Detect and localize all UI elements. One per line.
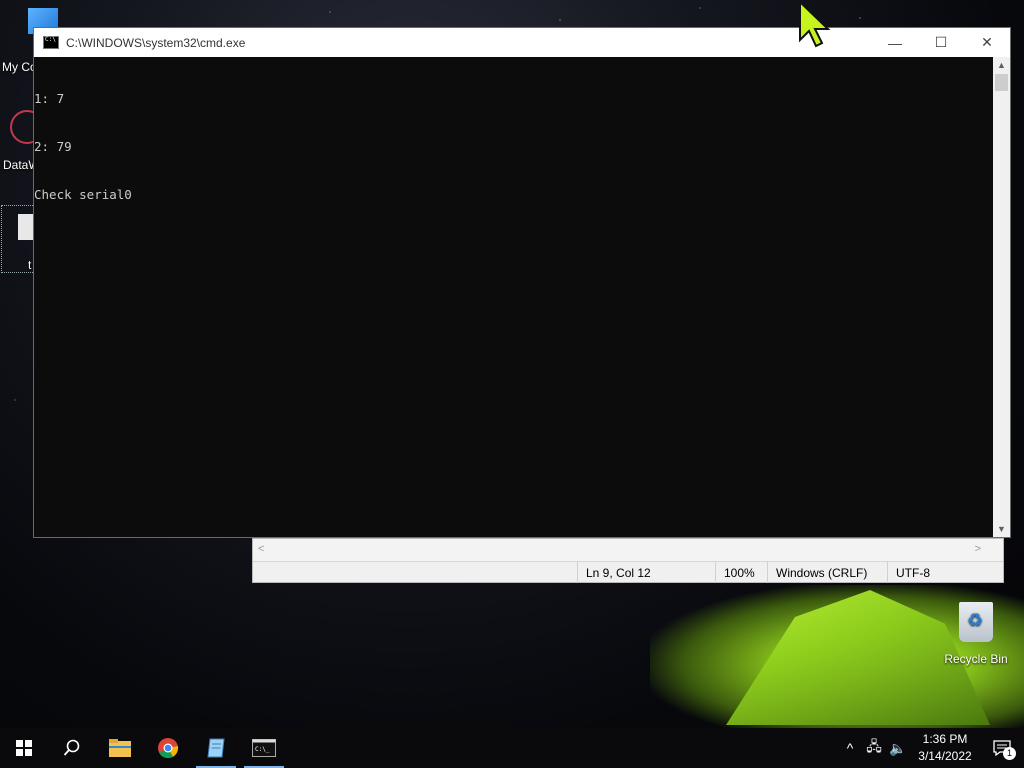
- taskbar-chrome[interactable]: [144, 728, 192, 768]
- search-icon: [63, 739, 80, 756]
- vertical-scrollbar[interactable]: ▲ ▼: [993, 57, 1010, 537]
- status-position: Ln 9, Col 12: [577, 562, 715, 583]
- notepad-window[interactable]: < > Ln 9, Col 12 100% Windows (CRLF) UTF…: [252, 538, 1004, 583]
- volume-icon[interactable]: 🔈: [886, 740, 910, 757]
- desktop-icon-recycle-bin[interactable]: Recycle Bin: [940, 602, 1012, 666]
- start-button[interactable]: [0, 728, 48, 768]
- search-button[interactable]: [48, 728, 96, 768]
- scroll-right-icon[interactable]: >: [975, 543, 981, 555]
- windows-logo-icon: [16, 740, 32, 756]
- taskbar-cmd[interactable]: C:\_: [240, 728, 288, 768]
- cmd-window[interactable]: C:\WINDOWS\system32\cmd.exe — ☐ ✕ 1: 7 2…: [33, 27, 1011, 538]
- status-encoding: UTF-8: [887, 562, 997, 583]
- desktop-icon-label: t: [28, 258, 32, 272]
- close-button[interactable]: ✕: [964, 28, 1010, 57]
- clock[interactable]: 1:36 PM 3/14/2022: [910, 731, 980, 765]
- console-line: 2: 79: [34, 139, 72, 154]
- notification-count-badge: 1: [1003, 747, 1016, 760]
- file-explorer-icon: [109, 739, 131, 757]
- taskbar: C:\_ ^ 🖧 🔈 1:36 PM 3/14/2022 1: [0, 728, 1024, 768]
- console-line: Check serial0: [34, 187, 132, 202]
- network-icon[interactable]: 🖧: [862, 736, 886, 760]
- clock-date: 3/14/2022: [918, 749, 972, 763]
- notepad-icon: [207, 738, 225, 758]
- scroll-up-icon[interactable]: ▲: [993, 57, 1010, 73]
- action-center-button[interactable]: 1: [980, 728, 1024, 768]
- taskbar-notepad[interactable]: [192, 728, 240, 768]
- scroll-left-icon[interactable]: <: [258, 543, 264, 555]
- taskbar-file-explorer[interactable]: [96, 728, 144, 768]
- status-bar: Ln 9, Col 12 100% Windows (CRLF) UTF-8: [253, 562, 1003, 583]
- maximize-button[interactable]: ☐: [918, 28, 964, 57]
- horizontal-scrollbar[interactable]: < >: [253, 539, 1003, 562]
- scroll-down-icon[interactable]: ▼: [993, 521, 1010, 537]
- desktop-icon-selected-file[interactable]: t: [1, 205, 40, 273]
- caption-buttons: — ☐ ✕: [872, 28, 1010, 57]
- chrome-icon: [158, 738, 179, 759]
- cmd-titlebar[interactable]: C:\WINDOWS\system32\cmd.exe — ☐ ✕: [34, 28, 1010, 57]
- console-output[interactable]: 1: 7 2: 79 Check serial0: [34, 57, 994, 537]
- system-tray: ^ 🖧 🔈 1:36 PM 3/14/2022 1: [838, 728, 1024, 768]
- console-line: 1: 7: [34, 91, 65, 106]
- cmd-icon: C:\_: [252, 739, 276, 757]
- desktop-icon-label: Recycle Bin: [944, 652, 1008, 666]
- desktop-icon-label: My Co: [2, 60, 37, 74]
- cmd-app-icon: [43, 36, 59, 49]
- window-title: C:\WINDOWS\system32\cmd.exe: [66, 35, 246, 50]
- minimize-button[interactable]: —: [872, 28, 918, 57]
- status-zoom: 100%: [715, 562, 767, 583]
- show-hidden-icons-chevron-icon[interactable]: ^: [838, 740, 862, 756]
- svg-text:C:\_: C:\_: [255, 746, 270, 753]
- scroll-thumb[interactable]: [995, 74, 1008, 91]
- clock-time: 1:36 PM: [922, 732, 968, 746]
- status-line-ending: Windows (CRLF): [767, 562, 887, 583]
- mouse-cursor-icon: [799, 0, 831, 48]
- recycle-bin-icon: [959, 602, 993, 642]
